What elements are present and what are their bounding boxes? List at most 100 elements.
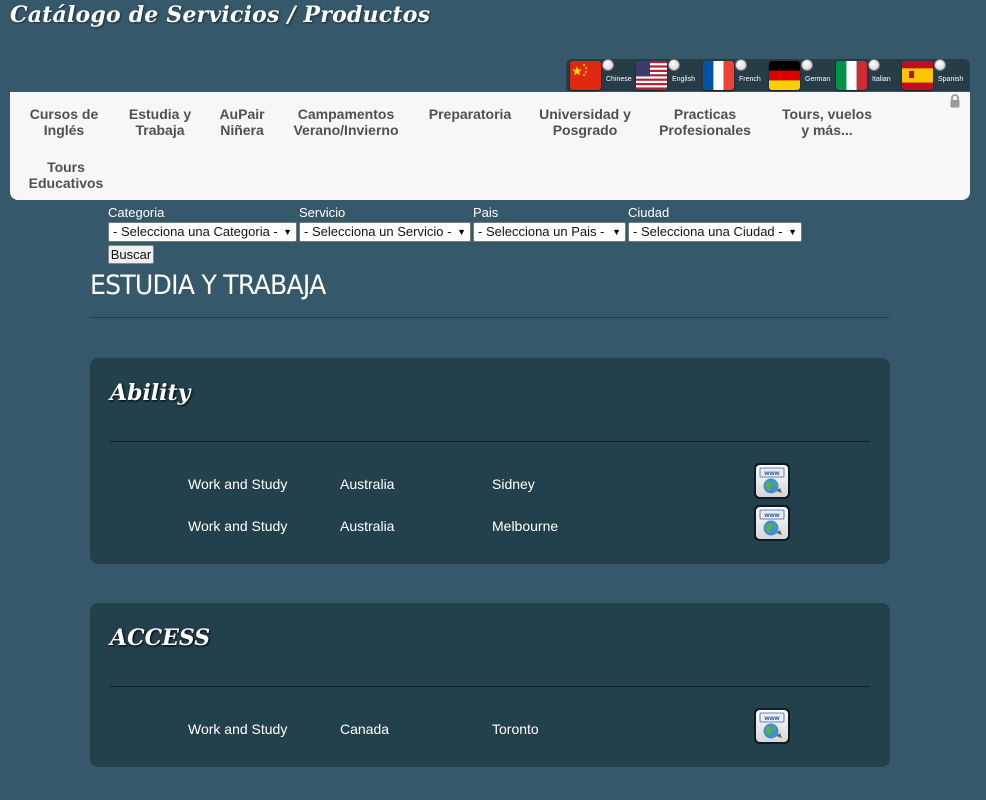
nav-item-cursos-de-ingles[interactable]: Cursos de Inglés	[22, 106, 106, 138]
nav-item-campamentos[interactable]: Campamentos Verano/Invierno	[284, 106, 408, 138]
provider-name: ACCESS	[110, 625, 211, 651]
categoria-select-value: - Selecciona una Categoria -	[113, 224, 278, 239]
service-cell: Work and Study	[188, 476, 288, 492]
table-row: Work and Study Australia Sidney www	[90, 463, 890, 503]
servicio-select[interactable]: - Selecciona un Servicio - ▼	[299, 222, 471, 242]
provider-card-access: ACCESS Work and Study Canada Toronto www	[90, 603, 890, 767]
nav-item-label: Estudia y	[128, 106, 192, 122]
nav-item-label: Universidad y	[539, 106, 631, 122]
italy-flag-icon	[836, 61, 867, 90]
language-selector: Chinese English French German Italian Sp	[566, 59, 970, 91]
categoria-select[interactable]: - Selecciona una Categoria - ▼	[108, 222, 297, 242]
nav-item-label: AuPair	[219, 106, 265, 122]
language-label: Italian	[872, 76, 891, 83]
city-cell: Melbourne	[492, 518, 559, 534]
dropdown-arrow-icon: ▼	[612, 227, 621, 237]
language-option-french[interactable]: French	[699, 59, 765, 91]
svg-text:www: www	[763, 470, 780, 477]
nav-item-label: Preparatoria	[428, 106, 512, 122]
language-label: Spanish	[938, 76, 964, 83]
www-globe-icon[interactable]: www	[754, 463, 790, 499]
provider-card-ability: Ability Work and Study Australia Sidney …	[90, 358, 890, 564]
filter-label-servicio: Servicio	[299, 205, 346, 220]
nav-item-label: Practicas	[673, 106, 737, 122]
filter-label-categoria: Categoria	[108, 205, 165, 220]
language-option-spanish[interactable]: Spanish	[898, 59, 964, 91]
nav-item-label: Campamentos	[297, 106, 395, 122]
language-radio[interactable]	[801, 59, 813, 71]
language-radio[interactable]	[868, 59, 880, 71]
language-option-italian[interactable]: Italian	[832, 59, 898, 91]
pais-select[interactable]: - Selecciona un Pais - ▼	[473, 222, 626, 242]
nav-item-label: Inglés	[43, 122, 85, 138]
nav-item-label: Trabaja	[135, 122, 185, 138]
nav-item-label: Tours	[47, 159, 85, 175]
section-heading: ESTUDIA Y TRABAJA	[90, 270, 326, 301]
nav-item-label: y más...	[801, 122, 853, 138]
table-row: Work and Study Canada Toronto www	[90, 708, 890, 748]
card-divider	[110, 686, 870, 687]
nav-item-practicas-profesionales[interactable]: Practicas Profesionales	[650, 106, 760, 138]
www-globe-icon[interactable]: www	[754, 708, 790, 744]
language-label: German	[805, 76, 831, 83]
language-radio[interactable]	[602, 59, 614, 71]
provider-name: Ability	[110, 380, 191, 406]
lock-icon[interactable]	[948, 94, 962, 108]
language-radio[interactable]	[668, 59, 680, 71]
spain-flag-icon	[902, 61, 933, 90]
service-cell: Work and Study	[188, 721, 288, 737]
nav-item-aupair-ninera[interactable]: AuPair Niñera	[210, 106, 274, 138]
china-flag-icon	[570, 61, 601, 90]
nav-item-preparatoria[interactable]: Preparatoria	[420, 106, 520, 122]
nav-item-tours-educativos[interactable]: Tours Educativos	[24, 159, 108, 191]
table-row: Work and Study Australia Melbourne www	[90, 505, 890, 545]
language-radio[interactable]	[934, 59, 946, 71]
nav-item-universidad-y-posgrado[interactable]: Universidad y Posgrado	[530, 106, 640, 138]
dropdown-arrow-icon: ▼	[457, 227, 466, 237]
card-divider	[110, 441, 870, 442]
country-cell: Canada	[340, 721, 390, 737]
pais-select-value: - Selecciona un Pais -	[478, 224, 605, 239]
usa-flag-icon	[636, 61, 667, 90]
language-option-german[interactable]: German	[765, 59, 831, 91]
servicio-select-value: - Selecciona un Servicio -	[304, 224, 452, 239]
dropdown-arrow-icon: ▼	[283, 227, 292, 237]
ciudad-select[interactable]: - Selecciona una Ciudad - ▼	[628, 222, 802, 242]
site-title: Catálogo de Servicios / Productos	[10, 2, 431, 28]
country-cell: Australia	[340, 518, 395, 534]
language-label: Chinese	[606, 76, 632, 83]
language-option-english[interactable]: English	[632, 59, 698, 91]
language-label: French	[739, 76, 761, 83]
section-divider	[90, 317, 890, 318]
filter-categoria: Categoria	[108, 205, 164, 221]
main-nav: Cursos de Inglés Estudia y Trabaja AuPai…	[10, 92, 970, 200]
filter-label-ciudad: Ciudad	[628, 205, 670, 220]
city-cell: Sidney	[492, 476, 535, 492]
nav-item-label: Profesionales	[659, 122, 751, 138]
ciudad-select-value: - Selecciona una Ciudad -	[633, 224, 783, 239]
filter-label-pais: Pais	[473, 205, 499, 220]
filter-pais: Pais	[473, 205, 498, 221]
dropdown-arrow-icon: ▼	[788, 227, 797, 237]
nav-item-label: Tours, vuelos	[782, 106, 872, 122]
language-option-chinese[interactable]: Chinese	[566, 59, 632, 91]
svg-text:www: www	[763, 512, 780, 519]
nav-item-label: Niñera	[220, 122, 264, 138]
france-flag-icon	[703, 61, 734, 90]
service-cell: Work and Study	[188, 518, 288, 534]
nav-item-label: Educativos	[28, 175, 104, 191]
nav-item-label: Verano/Invierno	[293, 122, 399, 138]
city-cell: Toronto	[492, 721, 539, 737]
nav-item-label: Posgrado	[552, 122, 618, 138]
country-cell: Australia	[340, 476, 395, 492]
filter-servicio: Servicio	[299, 205, 345, 221]
nav-item-estudia-y-trabaja[interactable]: Estudia y Trabaja	[120, 106, 200, 138]
language-radio[interactable]	[735, 59, 747, 71]
buscar-button[interactable]: Buscar	[108, 245, 154, 264]
nav-item-tours-vuelos[interactable]: Tours, vuelos y más...	[772, 106, 882, 138]
svg-text:www: www	[763, 715, 780, 722]
www-globe-icon[interactable]: www	[754, 505, 790, 541]
nav-item-label: Cursos de	[29, 106, 99, 122]
filter-ciudad: Ciudad	[628, 205, 669, 221]
germany-flag-icon	[769, 61, 800, 90]
